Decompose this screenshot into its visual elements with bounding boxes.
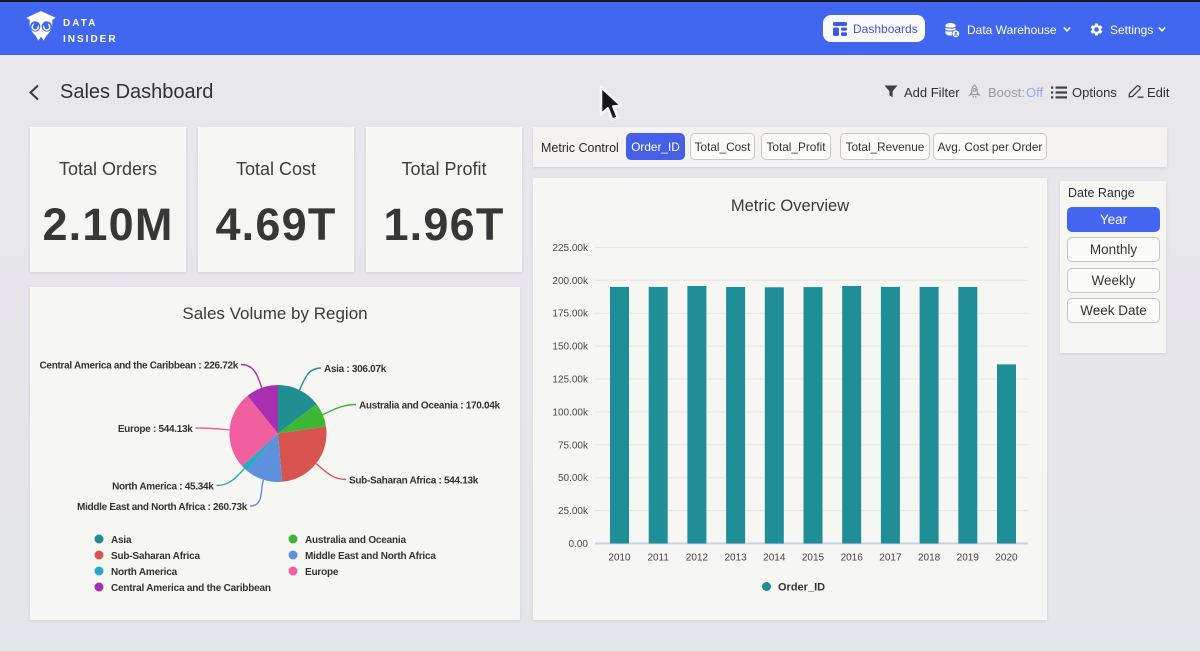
svg-text:2017: 2017 xyxy=(879,553,902,564)
svg-text:50.00k: 50.00k xyxy=(558,473,589,484)
svg-text:175.00k: 175.00k xyxy=(552,309,589,320)
svg-text:Europe: Europe xyxy=(305,567,339,578)
svg-text:North America : 45.34k: North America : 45.34k xyxy=(112,482,214,493)
svg-text:150.00k: 150.00k xyxy=(552,342,589,353)
svg-text:Australia and Oceania: Australia and Oceania xyxy=(305,535,406,546)
svg-text:2016: 2016 xyxy=(841,553,864,564)
svg-text:Asia : 306.07k: Asia : 306.07k xyxy=(324,364,387,375)
svg-text:25.00k: 25.00k xyxy=(558,506,589,517)
svg-text:North America: North America xyxy=(111,567,178,578)
svg-text:2018: 2018 xyxy=(918,553,941,564)
svg-text:Middle East and North Africa :: Middle East and North Africa : 260.73k xyxy=(77,502,248,513)
svg-text:Asia: Asia xyxy=(111,535,132,546)
svg-text:Sub-Saharan Africa: Sub-Saharan Africa xyxy=(111,551,200,562)
svg-text:Australia and Oceania : 170.04: Australia and Oceania : 170.04k xyxy=(359,401,501,412)
svg-text:Central America and the Caribb: Central America and the Caribbean : 226.… xyxy=(40,361,239,372)
svg-text:Central America and the Caribb: Central America and the Caribbean xyxy=(111,583,271,594)
svg-text:2020: 2020 xyxy=(995,553,1018,564)
svg-text:0.00: 0.00 xyxy=(569,539,589,550)
svg-text:75.00k: 75.00k xyxy=(558,440,589,451)
svg-text:2011: 2011 xyxy=(647,553,669,564)
svg-text:2010: 2010 xyxy=(608,553,631,564)
svg-text:125.00k: 125.00k xyxy=(552,375,589,386)
svg-text:200.00k: 200.00k xyxy=(552,276,589,287)
svg-text:Order_ID: Order_ID xyxy=(778,582,825,594)
svg-text:2012: 2012 xyxy=(686,553,709,564)
svg-text:Middle East and North Africa: Middle East and North Africa xyxy=(305,551,436,562)
svg-text:100.00k: 100.00k xyxy=(552,407,589,418)
svg-text:Sub-Saharan Africa : 544.13k: Sub-Saharan Africa : 544.13k xyxy=(349,476,479,487)
svg-text:2013: 2013 xyxy=(724,553,747,564)
svg-text:2014: 2014 xyxy=(763,553,786,564)
svg-text:2015: 2015 xyxy=(802,553,825,564)
svg-text:Europe : 544.13k: Europe : 544.13k xyxy=(118,424,193,435)
svg-text:225.00k: 225.00k xyxy=(552,243,589,254)
svg-text:2019: 2019 xyxy=(957,553,980,564)
